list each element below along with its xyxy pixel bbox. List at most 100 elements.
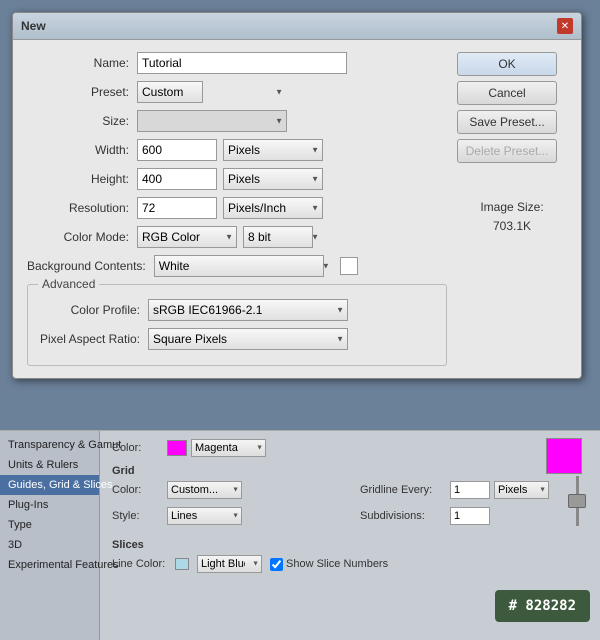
cancel-button[interactable]: Cancel	[457, 81, 557, 105]
name-label: Name:	[27, 56, 137, 70]
gridline-unit-select[interactable]: Pixels	[494, 481, 549, 499]
subdivisions-row: Subdivisions:	[360, 507, 588, 525]
color-mode-row: Color Mode: RGB Color 8 bit	[27, 226, 447, 248]
gridline-label: Gridline Every:	[360, 484, 450, 496]
resolution-label: Resolution:	[27, 201, 137, 215]
image-size-value: 703.1K	[457, 217, 567, 236]
pixel-aspect-label: Pixel Aspect Ratio:	[38, 332, 148, 346]
sidebar-item-type[interactable]: Type	[0, 515, 99, 535]
show-numbers-checkbox[interactable]	[270, 558, 283, 571]
sidebar-item-transparency[interactable]: Transparency & Gamut	[0, 435, 99, 455]
slices-row: Line Color: Light Blue Show Slice Number…	[112, 555, 588, 573]
bg-color-swatch	[340, 257, 358, 275]
resolution-row: Resolution: Pixels/Inch	[27, 197, 447, 219]
color-profile-row: Color Profile: sRGB IEC61966-2.1	[38, 299, 436, 321]
name-row: Name:	[27, 52, 447, 74]
guides-color-row: Color: Magenta	[112, 439, 588, 457]
slider-thumb[interactable]	[568, 494, 586, 508]
preset-row: Preset: Custom	[27, 81, 447, 103]
grid-style-select-wrapper: Lines	[167, 507, 242, 525]
sidebar-item-3d[interactable]: 3D	[0, 535, 99, 555]
grid-section: Color: Custom... Style: Lines	[112, 481, 588, 533]
grid-style-row: Style: Lines	[112, 507, 340, 525]
color-tooltip: # 828282	[495, 590, 590, 622]
slice-line-color-label: Line Color:	[112, 558, 167, 570]
dialog-body: Name: Preset: Custom Size:	[13, 40, 581, 378]
grid-color-row: Color: Custom...	[112, 481, 340, 499]
resolution-input[interactable]	[137, 197, 217, 219]
resolution-unit-wrapper: Pixels/Inch	[223, 197, 323, 219]
save-preset-button[interactable]: Save Preset...	[457, 110, 557, 134]
show-numbers-label: Show Slice Numbers	[270, 558, 388, 571]
color-profile-select-wrapper: sRGB IEC61966-2.1	[148, 299, 348, 321]
bg-contents-row: Background Contents: White	[27, 255, 447, 277]
grid-style-select[interactable]: Lines	[167, 507, 242, 525]
image-size-label: Image Size:	[457, 198, 567, 217]
height-label: Height:	[27, 172, 137, 186]
grid-color-label: Color:	[112, 484, 167, 496]
sidebar-item-units[interactable]: Units & Rulers	[0, 455, 99, 475]
show-numbers-text: Show Slice Numbers	[286, 558, 388, 570]
color-profile-select[interactable]: sRGB IEC61966-2.1	[148, 299, 348, 321]
size-label: Size:	[27, 114, 137, 128]
subdivisions-label: Subdivisions:	[360, 510, 450, 522]
dialog-title: New	[21, 19, 46, 33]
grid-style-label: Style:	[112, 510, 167, 522]
height-unit-wrapper: Pixels	[223, 168, 323, 190]
bit-depth-select-wrapper: 8 bit	[243, 226, 323, 248]
slider-handle[interactable]	[568, 476, 586, 536]
height-input[interactable]	[137, 168, 217, 190]
guides-color-select-wrapper: Magenta	[191, 439, 266, 457]
dialog-right-panel: OK Cancel Save Preset... Delete Preset..…	[457, 52, 567, 366]
sidebar-item-guides[interactable]: Guides, Grid & Slices	[0, 475, 99, 495]
sidebar-item-plugins[interactable]: Plug-Ins	[0, 495, 99, 515]
bg-contents-label: Background Contents:	[27, 259, 154, 273]
color-mode-label: Color Mode:	[27, 230, 137, 244]
name-input[interactable]	[137, 52, 347, 74]
bg-contents-select[interactable]: White	[154, 255, 324, 277]
color-profile-label: Color Profile:	[38, 303, 148, 317]
width-row: Width: Pixels	[27, 139, 447, 161]
grid-color-select[interactable]: Custom...	[167, 481, 242, 499]
pixel-aspect-select-wrapper: Square Pixels	[148, 328, 348, 350]
slice-color-select[interactable]: Light Blue	[197, 555, 262, 573]
height-row: Height: Pixels	[27, 168, 447, 190]
size-select-wrapper	[137, 110, 287, 132]
width-unit-wrapper: Pixels	[223, 139, 323, 161]
magenta-preview-swatch	[546, 438, 582, 474]
size-select[interactable]	[137, 110, 287, 132]
resolution-unit-select[interactable]: Pixels/Inch	[223, 197, 323, 219]
preset-select[interactable]: Custom	[137, 81, 203, 103]
grid-color-select-wrapper: Custom...	[167, 481, 242, 499]
ok-button[interactable]: OK	[457, 52, 557, 76]
subdivisions-input[interactable]	[450, 507, 490, 525]
bg-contents-select-wrapper: White	[154, 255, 334, 277]
delete-preset-button[interactable]: Delete Preset...	[457, 139, 557, 163]
preferences-sidebar: Transparency & Gamut Units & Rulers Guid…	[0, 431, 100, 640]
color-mode-select[interactable]: RGB Color	[137, 226, 237, 248]
gridline-unit-wrapper: Pixels	[494, 481, 549, 499]
height-unit-select[interactable]: Pixels	[223, 168, 323, 190]
advanced-group: Advanced Color Profile: sRGB IEC61966-2.…	[27, 284, 447, 366]
grid-section-title: Grid	[112, 465, 588, 477]
grid-right: Gridline Every: Pixels Subdivisions:	[360, 481, 588, 533]
size-row: Size:	[27, 110, 447, 132]
pixel-aspect-select[interactable]: Square Pixels	[148, 328, 348, 350]
guides-color-label: Color:	[112, 442, 167, 454]
slice-color-select-wrapper: Light Blue	[197, 555, 262, 573]
sidebar-item-experimental[interactable]: Experimental Features	[0, 555, 99, 575]
width-unit-select[interactable]: Pixels	[223, 139, 323, 161]
grid-left: Color: Custom... Style: Lines	[112, 481, 340, 533]
preset-select-wrapper: Custom	[137, 81, 287, 103]
bit-depth-select[interactable]: 8 bit	[243, 226, 313, 248]
gridline-row: Gridline Every: Pixels	[360, 481, 588, 499]
width-label: Width:	[27, 143, 137, 157]
gridline-input[interactable]	[450, 481, 490, 499]
color-mode-select-wrapper: RGB Color	[137, 226, 237, 248]
advanced-label: Advanced	[38, 277, 99, 291]
guides-color-select[interactable]: Magenta	[191, 439, 266, 457]
close-button[interactable]: ✕	[557, 18, 573, 34]
slices-section: Slices Line Color: Light Blue Show Slice…	[112, 539, 588, 573]
width-input[interactable]	[137, 139, 217, 161]
dialog-form: Name: Preset: Custom Size:	[27, 52, 447, 366]
